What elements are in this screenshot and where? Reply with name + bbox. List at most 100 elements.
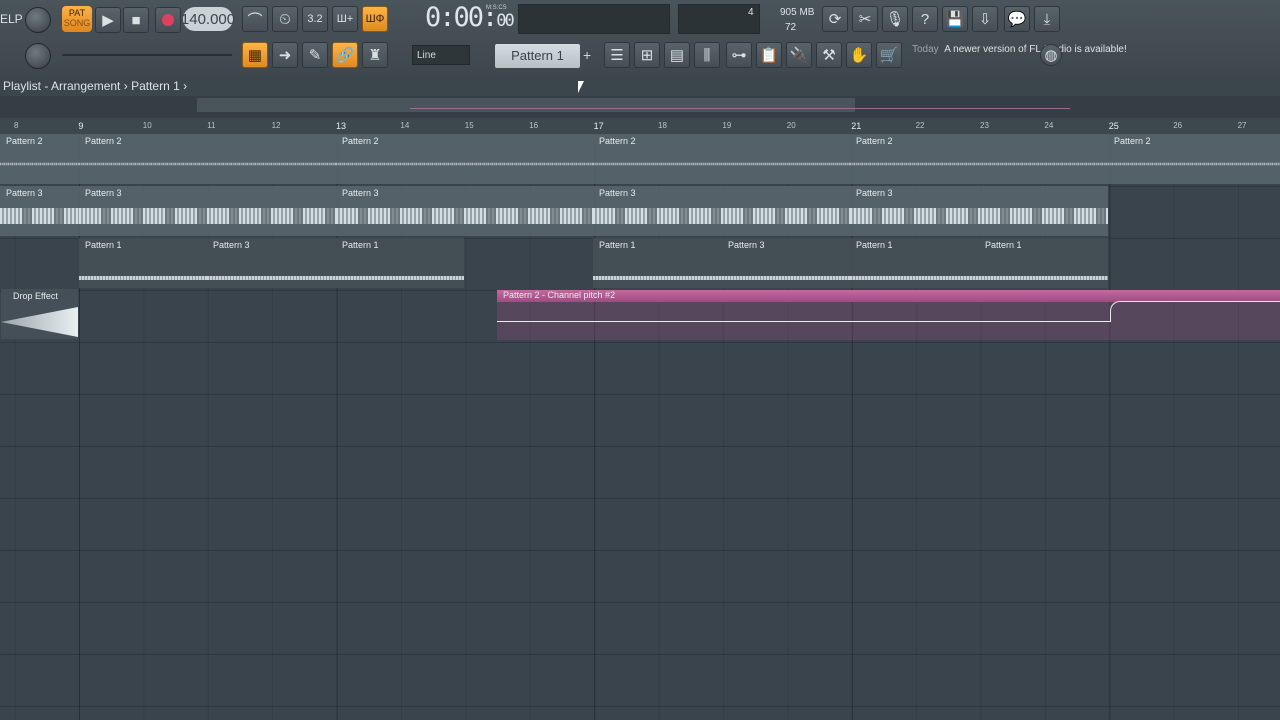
gesture-icon[interactable]: ✋ bbox=[846, 42, 872, 68]
piano-roll-icon[interactable]: ⊞ bbox=[634, 42, 660, 68]
clipboard-icon[interactable]: 📋 bbox=[756, 42, 782, 68]
mixer-icon[interactable]: ⫼ bbox=[694, 42, 720, 68]
cpu-value: 4 bbox=[748, 7, 754, 18]
browser-icon[interactable]: ⊶ bbox=[726, 42, 752, 68]
overview-track bbox=[410, 108, 1070, 109]
pattern-song-toggle[interactable]: PAT SONG bbox=[62, 6, 92, 32]
channel-rack-icon[interactable]: ▤ bbox=[664, 42, 690, 68]
step-edit-button[interactable]: Ш+ bbox=[332, 6, 358, 32]
playlist-clip[interactable]: Pattern 2 bbox=[0, 134, 79, 184]
playlist-clip[interactable]: Pattern 3 bbox=[207, 238, 336, 288]
ruler-bar-label: 17 bbox=[593, 121, 604, 131]
ruler-bar-label: 22 bbox=[915, 121, 925, 130]
arrow-tool-icon[interactable]: ➜ bbox=[272, 42, 298, 68]
microphone-icon[interactable]: 🎙 bbox=[882, 6, 908, 32]
stamp-icon[interactable]: ♜ bbox=[362, 42, 388, 68]
automation-clip[interactable]: Pattern 2 - Channel pitch #2 bbox=[497, 290, 1280, 340]
ruler-bar-label: 8 bbox=[14, 121, 19, 130]
ruler-bar-label: 19 bbox=[722, 121, 732, 130]
refresh-icon[interactable]: ⟳ bbox=[822, 6, 848, 32]
memory-readout: 905 MB bbox=[780, 7, 815, 18]
playlist-clip[interactable]: Pattern 2 bbox=[336, 134, 593, 184]
ruler-bar-label: 25 bbox=[1108, 121, 1119, 131]
pattern-selector[interactable]: Pattern 1 bbox=[495, 44, 580, 68]
window-title: Playlist - Arrangement › Pattern 1 › bbox=[3, 79, 188, 93]
snap-mode-select[interactable]: Line bbox=[412, 45, 470, 65]
cut-icon[interactable]: ✂ bbox=[852, 6, 878, 32]
ruler-bar-label: 16 bbox=[529, 121, 539, 130]
ruler-bar-label: 10 bbox=[142, 121, 152, 130]
playlist-clip[interactable]: Drop Effect bbox=[1, 289, 78, 339]
tools-icon[interactable]: ⚒ bbox=[816, 42, 842, 68]
playlist-clip[interactable]: Pattern 3 bbox=[0, 186, 79, 236]
record-button[interactable] bbox=[155, 7, 181, 33]
help-icon[interactable]: ? bbox=[912, 6, 938, 32]
playlist-clip[interactable]: Pattern 2 bbox=[1108, 134, 1280, 184]
playlist-clip[interactable]: Pattern 1 bbox=[593, 238, 722, 288]
ruler-bar-label: 11 bbox=[207, 121, 216, 130]
news-panel[interactable]: Today A newer version of FL Studio is av… bbox=[912, 43, 1127, 56]
wait-for-input-button[interactable]: ⏲ bbox=[272, 6, 298, 32]
globe-icon[interactable]: ◍ bbox=[1040, 44, 1062, 66]
playlist-clip[interactable]: Pattern 1 bbox=[79, 238, 207, 288]
app-menu-text[interactable]: ELP bbox=[0, 12, 23, 26]
ruler-bar-label: 26 bbox=[1173, 121, 1183, 130]
tempo-display[interactable]: 140.000 bbox=[181, 7, 235, 31]
loop-record-button[interactable]: ШΦ bbox=[362, 6, 388, 32]
ruler-bar-label: 23 bbox=[980, 121, 989, 130]
playlist-titlebar: Playlist - Arrangement › Pattern 1 › bbox=[0, 76, 1280, 96]
playlist-clip[interactable]: Pattern 2 bbox=[593, 134, 850, 184]
piano-roll-snap-icon[interactable]: ▦ bbox=[242, 42, 268, 68]
playlist-clip[interactable]: Pattern 3 bbox=[79, 186, 336, 236]
playlist-clip[interactable]: Pattern 3 bbox=[336, 186, 593, 236]
download-icon[interactable]: ⤓ bbox=[1034, 6, 1060, 32]
record-icon bbox=[162, 14, 174, 26]
master-slider[interactable] bbox=[62, 54, 232, 56]
stop-button[interactable]: ■ bbox=[123, 7, 149, 33]
ruler-bar-label: 24 bbox=[1044, 121, 1054, 130]
horizontal-scrollbar[interactable] bbox=[0, 96, 1280, 118]
master-pitch-knob[interactable] bbox=[25, 43, 51, 69]
add-pattern-button[interactable]: + bbox=[583, 47, 591, 63]
ruler-bar-label: 27 bbox=[1237, 121, 1247, 130]
chat-icon[interactable]: 💬 bbox=[1004, 6, 1030, 32]
news-text: A newer version of FL Studio is availabl… bbox=[944, 44, 1127, 55]
ruler-bar-label: 13 bbox=[336, 121, 347, 131]
scroll-thumb[interactable] bbox=[197, 98, 855, 112]
playlist-clip[interactable]: Pattern 1 bbox=[979, 238, 1108, 288]
playlist-clip[interactable]: Pattern 2 bbox=[79, 134, 336, 184]
playlist-icon[interactable]: ☰ bbox=[604, 42, 630, 68]
pat-label: PAT bbox=[68, 8, 86, 18]
main-toolbar: ELP PAT SONG ▶ ■ 140.000 ⌒ ⏲ 3.2 Ш+ ШΦ 0… bbox=[0, 0, 1280, 77]
ruler-bar-label: 15 bbox=[464, 121, 474, 130]
ruler-bar-label: 9 bbox=[78, 121, 84, 131]
shop-icon[interactable]: 🛒 bbox=[876, 42, 902, 68]
playlist-clip[interactable]: Pattern 3 bbox=[593, 186, 850, 236]
play-button[interactable]: ▶ bbox=[95, 7, 121, 33]
breadcrumb: Pattern 1 bbox=[131, 79, 180, 93]
song-label: SONG bbox=[63, 18, 91, 28]
metronome-button[interactable]: ⌒ bbox=[242, 6, 268, 32]
paint-tool-icon[interactable]: ✎ bbox=[302, 42, 328, 68]
ruler-bar-label: 20 bbox=[786, 121, 796, 130]
timeline-ruler[interactable]: 8 9 10 11 12 13 14 15 16 17 18 19 20 21 22 23 24 25 26 27 bbox=[0, 118, 1280, 135]
playlist-clip[interactable]: Pattern 2 bbox=[850, 134, 1108, 184]
plugin-icon[interactable]: 🔌 bbox=[786, 42, 812, 68]
playlist-clip[interactable]: Pattern 3 bbox=[850, 186, 1108, 236]
master-volume-knob[interactable] bbox=[25, 7, 51, 33]
playlist-clip[interactable]: Pattern 1 bbox=[336, 238, 464, 288]
ruler-bar-label: 21 bbox=[851, 121, 862, 131]
news-date: Today bbox=[912, 44, 939, 55]
playlist-clip[interactable]: Pattern 3 bbox=[722, 238, 850, 288]
save-icon[interactable]: 💾 bbox=[942, 6, 968, 32]
hint-panel bbox=[518, 4, 670, 34]
time-format-label: M:S:CS bbox=[486, 5, 507, 11]
mouse-cursor bbox=[578, 81, 584, 93]
countdown-button[interactable]: 3.2 bbox=[302, 6, 328, 32]
render-icon[interactable]: ⇩ bbox=[972, 6, 998, 32]
link-icon[interactable]: 🔗 bbox=[332, 42, 358, 68]
playlist-clip[interactable]: Pattern 1 bbox=[850, 238, 979, 288]
ruler-bar-label: 12 bbox=[271, 121, 281, 130]
ruler-bar-label: 14 bbox=[400, 121, 410, 130]
ruler-bar-label: 18 bbox=[658, 121, 667, 130]
